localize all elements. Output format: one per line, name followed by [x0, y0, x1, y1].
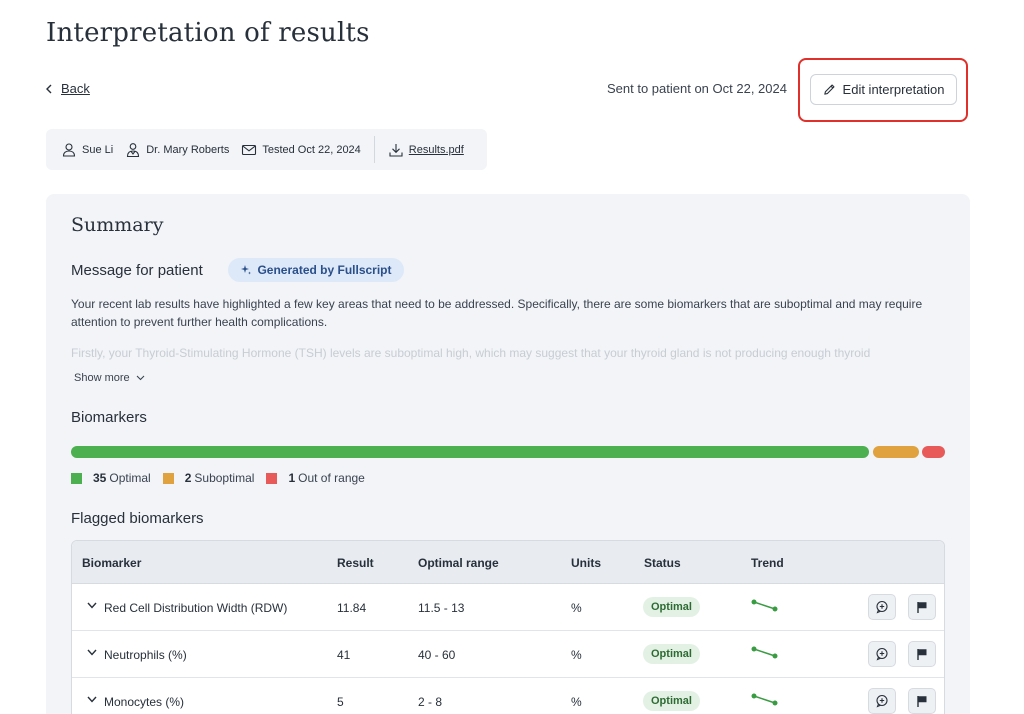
table-row[interactable]: Monocytes (%) 5 2 - 8 % Optimal: [72, 678, 944, 714]
generated-badge-label: Generated by Fullscript: [257, 263, 392, 277]
header-units: Units: [571, 556, 601, 570]
biomarker-result: 11.84: [337, 601, 367, 615]
doctor-meta: Dr. Mary Roberts: [125, 142, 229, 158]
pencil-icon: [823, 84, 835, 95]
legend-out-of-range: 1 Out of range: [266, 471, 365, 485]
legend-suboptimal: 2 Suboptimal: [162, 471, 255, 485]
biomarker-result: 5: [337, 695, 344, 709]
page-title: Interpretation of results: [46, 18, 370, 48]
status-badge: Optimal: [643, 597, 700, 617]
optimal-label: Optimal: [109, 471, 151, 485]
result-meta-bar: Sue Li Dr. Mary Roberts Tested Oct 22, 2…: [46, 129, 487, 170]
flagged-biomarkers-table: Biomarker Result Optimal range Units Sta…: [71, 540, 945, 714]
biomarker-result: 41: [337, 648, 351, 662]
edit-interpretation-button[interactable]: Edit interpretation: [810, 74, 957, 105]
comment-add-icon: [876, 694, 888, 708]
tested-date: Tested Oct 22, 2024: [262, 143, 361, 156]
comment-button[interactable]: [868, 688, 896, 714]
table-row[interactable]: Red Cell Distribution Width (RDW) 11.84 …: [72, 584, 944, 631]
chevron-left-icon: [46, 84, 52, 93]
status-badge: Optimal: [643, 644, 700, 664]
suboptimal-swatch: [162, 472, 174, 484]
comment-add-icon: [876, 647, 888, 661]
biomarker-legend: 35 Optimal 2 Suboptimal 1 Out of range: [71, 471, 377, 485]
optimal-count: 35: [93, 471, 107, 485]
optimal-bar-segment: [71, 446, 869, 458]
edit-interpretation-label: Edit interpretation: [842, 82, 945, 97]
patient-meta: Sue Li: [61, 142, 113, 158]
chevron-down-icon[interactable]: [87, 602, 97, 609]
biomarker-name: Neutrophils (%): [104, 648, 187, 662]
out-of-range-label: Out of range: [298, 471, 365, 485]
suboptimal-bar-segment: [873, 446, 919, 458]
out-of-range-swatch: [266, 472, 278, 484]
table-header: Biomarker Result Optimal range Units Sta…: [72, 541, 944, 584]
generated-badge: Generated by Fullscript: [228, 258, 404, 282]
chevron-down-icon[interactable]: [87, 696, 97, 703]
comment-button[interactable]: [868, 641, 896, 667]
user-icon: [62, 142, 76, 157]
out-of-range-bar-segment: [922, 446, 945, 458]
sparkle-icon: [241, 265, 252, 275]
header-status: Status: [644, 556, 681, 570]
tested-meta: Tested Oct 22, 2024: [241, 142, 361, 158]
suboptimal-count: 2: [184, 471, 192, 485]
message-heading: Message for patient: [71, 262, 203, 279]
envelope-icon: [242, 144, 257, 155]
summary-heading: Summary: [71, 214, 164, 236]
flag-button[interactable]: [908, 594, 936, 620]
header-result: Result: [337, 556, 374, 570]
biomarker-units: %: [571, 695, 582, 709]
header-biomarker: Biomarker: [82, 556, 142, 570]
header-optimal-range: Optimal range: [418, 556, 499, 570]
table-row[interactable]: Neutrophils (%) 41 40 - 60 % Optimal: [72, 631, 944, 678]
biomarker-range: 11.5 - 13: [418, 601, 465, 615]
doctor-name: Dr. Mary Roberts: [146, 143, 230, 156]
comment-button[interactable]: [868, 594, 896, 620]
trend-sparkline-icon: [751, 693, 778, 706]
sent-status-text: Sent to patient on Oct 22, 2024: [607, 81, 787, 96]
biomarker-range: 40 - 60: [418, 648, 456, 662]
biomarker-units: %: [571, 648, 582, 662]
flag-icon: [917, 649, 927, 660]
back-label[interactable]: Back: [61, 81, 90, 96]
header-trend: Trend: [751, 556, 784, 570]
biomarker-range: 2 - 8: [418, 695, 443, 709]
flag-icon: [917, 602, 927, 613]
message-body-faded: Firstly, your Thyroid-Stimulating Hormon…: [71, 346, 871, 360]
flag-button[interactable]: [908, 641, 936, 667]
flagged-biomarkers-heading: Flagged biomarkers: [71, 510, 204, 527]
biomarker-name: Red Cell Distribution Width (RDW): [104, 601, 288, 615]
flag-icon: [917, 696, 927, 707]
show-more-button[interactable]: Show more: [74, 372, 145, 384]
legend-optimal: 35 Optimal: [71, 471, 151, 485]
trend-sparkline-icon: [751, 599, 778, 612]
message-body: Your recent lab results have highlighted…: [71, 297, 923, 329]
download-icon: [389, 143, 403, 157]
chevron-down-icon: [136, 375, 145, 381]
results-pdf-link[interactable]: Results.pdf: [409, 144, 464, 156]
biomarker-name: Monocytes (%): [104, 695, 185, 709]
biomarker-units: %: [571, 601, 582, 615]
results-file[interactable]: Results.pdf: [388, 142, 464, 158]
status-badge: Optimal: [643, 691, 700, 711]
flag-button[interactable]: [908, 688, 936, 714]
optimal-swatch: [71, 472, 82, 484]
back-link[interactable]: Back: [45, 81, 90, 96]
chevron-down-icon[interactable]: [87, 649, 97, 656]
comment-add-icon: [876, 600, 888, 614]
out-of-range-count: 1: [288, 471, 296, 485]
trend-sparkline-icon: [751, 646, 778, 659]
show-more-label: Show more: [74, 372, 130, 384]
biomarkers-heading: Biomarkers: [71, 409, 147, 426]
patient-name: Sue Li: [82, 143, 114, 156]
meta-divider: [373, 136, 375, 163]
suboptimal-label: Suboptimal: [194, 471, 255, 485]
doctor-icon: [127, 142, 140, 157]
